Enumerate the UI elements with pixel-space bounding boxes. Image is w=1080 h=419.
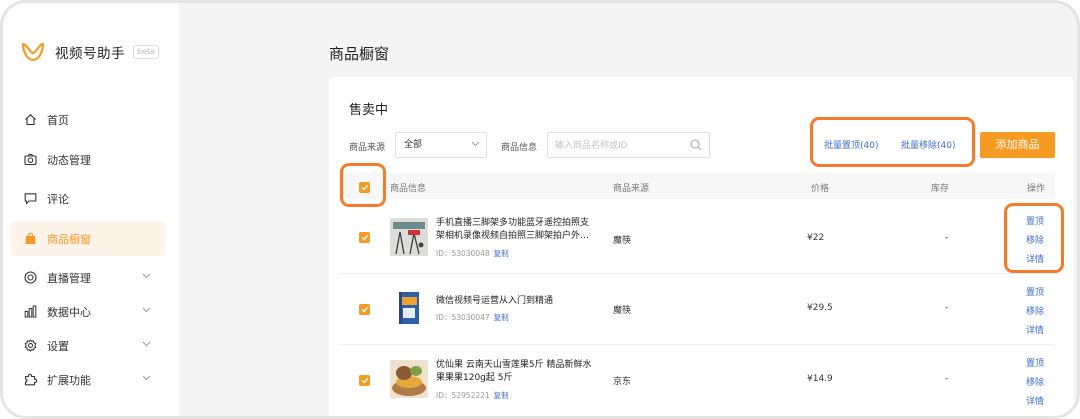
product-price: ¥29.5: [807, 303, 833, 313]
section-title: 售卖中: [349, 103, 389, 118]
sidebar-item-data-center[interactable]: 数据中心: [11, 294, 165, 329]
puzzle-icon: [23, 373, 37, 387]
logo-icon: [21, 42, 45, 62]
row-divider: [339, 344, 1055, 345]
app-window: 视频号助手 beta 首页 动态管理 评论 商品橱窗 直播管理 数据中心 设置 …: [0, 0, 1080, 419]
app-title: 视频号助手: [55, 46, 125, 62]
remove-link[interactable]: 移除: [1026, 304, 1044, 317]
sidebar-item-label: 动态管理: [47, 153, 91, 167]
row-divider: [339, 273, 1055, 274]
pin-link[interactable]: 置顶: [1026, 356, 1044, 369]
product-name: 微信视频号运营从入门到精通: [436, 296, 554, 306]
chevron-down-icon: [142, 341, 151, 347]
product-stock: -: [945, 303, 949, 313]
product-thumbnail: [390, 289, 428, 327]
product-thumbnail: [390, 360, 428, 398]
remove-link[interactable]: 移除: [1026, 233, 1044, 246]
product-id: ID：53030048 复制: [436, 249, 509, 258]
row-checkbox[interactable]: [359, 232, 370, 243]
details-link[interactable]: 详情: [1026, 323, 1044, 336]
product-id: ID：52952221 复制: [436, 391, 509, 400]
product-name: 优仙果 云南天山雪莲果5斤 精品新鲜水果果果120g起 5斤: [436, 360, 592, 383]
product-stock: -: [945, 233, 949, 243]
product-source: 京东: [613, 377, 632, 387]
product-source: 魔筷: [613, 306, 632, 316]
chevron-down-icon: [142, 307, 151, 313]
row-checkbox[interactable]: [359, 304, 370, 315]
header-source: 商品来源: [613, 184, 650, 194]
sidebar-item-extensions[interactable]: 扩展功能: [11, 362, 165, 397]
check-icon: [361, 377, 369, 384]
product-name: 手机直播三脚架多功能蓝牙遥控拍照支架相机录像视频自拍照三脚架拍户外…: [436, 218, 590, 241]
sidebar-item-home[interactable]: 首页: [11, 102, 165, 137]
sidebar-item-label: 评论: [47, 192, 69, 206]
sidebar: 视频号助手 beta 首页 动态管理 评论 商品橱窗 直播管理 数据中心 设置 …: [3, 3, 179, 416]
copy-id-link[interactable]: 复制: [494, 391, 509, 400]
header-product-info: 商品信息: [390, 184, 427, 194]
sidebar-item-product-showcase[interactable]: 商品橱窗: [11, 221, 165, 256]
shopping-bag-icon: [23, 232, 37, 246]
search-icon[interactable]: [690, 139, 702, 151]
book-image: [390, 289, 428, 327]
fruit-image: [390, 360, 428, 398]
live-icon: [23, 271, 37, 285]
app-logo-row: 视频号助手 beta: [21, 41, 160, 63]
info-filter-label: 商品信息: [501, 143, 538, 153]
product-source: 魔筷: [613, 236, 632, 246]
header-operations: 操作: [1027, 184, 1046, 194]
search-input[interactable]: [555, 134, 685, 158]
sidebar-item-label: 直播管理: [47, 271, 91, 285]
product-search: [547, 132, 710, 158]
home-icon: [23, 113, 37, 127]
product-card: 售卖中 商品来源 全部 商品信息 批量置顶(40) 批量移除(40) 添加商品 …: [329, 77, 1074, 416]
gear-icon: [23, 339, 37, 353]
sidebar-item-label: 设置: [47, 339, 69, 353]
source-filter-label: 商品来源: [349, 143, 386, 153]
header-price: 价格: [811, 184, 830, 194]
sidebar-item-posts[interactable]: 动态管理: [11, 142, 165, 177]
sidebar-item-comments[interactable]: 评论: [11, 181, 165, 216]
check-icon: [361, 184, 369, 191]
comment-icon: [23, 192, 37, 206]
select-all-checkbox[interactable]: [359, 182, 370, 193]
batch-remove-link[interactable]: 批量移除(40): [901, 138, 955, 151]
beta-badge: beta: [133, 45, 160, 59]
sidebar-item-live[interactable]: 直播管理: [11, 260, 165, 295]
remove-link[interactable]: 移除: [1026, 375, 1044, 388]
chevron-down-icon: [142, 375, 151, 381]
check-icon: [361, 234, 369, 241]
source-select[interactable]: 全部: [395, 132, 487, 158]
product-stock: -: [945, 374, 949, 384]
sidebar-item-label: 商品橱窗: [47, 232, 91, 246]
header-stock: 库存: [931, 184, 950, 194]
sidebar-item-label: 扩展功能: [47, 373, 91, 387]
product-price: ¥14.9: [807, 374, 833, 384]
chart-icon: [23, 305, 37, 319]
product-id: ID：53030047 复制: [436, 313, 509, 322]
tripod-image: [390, 218, 428, 256]
camera-icon: [23, 153, 37, 167]
pin-link[interactable]: 置顶: [1026, 285, 1044, 298]
copy-id-link[interactable]: 复制: [494, 313, 509, 322]
pin-link[interactable]: 置顶: [1026, 214, 1044, 227]
check-icon: [361, 306, 369, 313]
chevron-down-icon: [471, 141, 480, 147]
sidebar-item-label: 首页: [47, 113, 69, 127]
batch-pin-link[interactable]: 批量置顶(40): [824, 138, 878, 151]
sidebar-item-label: 数据中心: [47, 305, 91, 319]
source-select-value: 全部: [404, 140, 423, 150]
product-price: ¥22: [807, 233, 825, 243]
product-thumbnail: [390, 218, 428, 256]
add-product-button[interactable]: 添加商品: [980, 132, 1055, 158]
row-checkbox[interactable]: [359, 375, 370, 386]
chevron-down-icon: [142, 273, 151, 279]
details-link[interactable]: 详情: [1026, 394, 1044, 407]
page-title: 商品橱窗: [329, 45, 390, 63]
sidebar-item-settings[interactable]: 设置: [11, 328, 165, 363]
details-link[interactable]: 详情: [1026, 252, 1044, 265]
copy-id-link[interactable]: 复制: [494, 249, 509, 258]
